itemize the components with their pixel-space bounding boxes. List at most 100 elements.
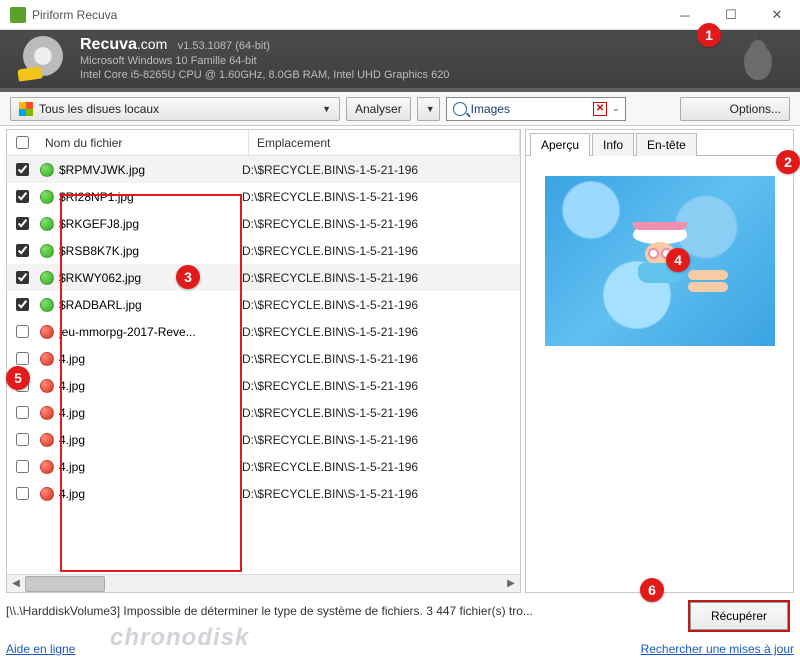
status-dot-icon [40, 352, 54, 366]
horizontal-scrollbar[interactable]: ◀ ▶ [7, 574, 520, 592]
row-checkbox[interactable] [16, 163, 29, 176]
scroll-left-arrow[interactable]: ◀ [7, 575, 25, 593]
check-update-link[interactable]: Rechercher une mises à jour [641, 642, 794, 656]
drive-selector-label: Tous les disues locaux [39, 102, 322, 116]
tab-info[interactable]: Info [592, 133, 634, 156]
row-checkbox[interactable] [16, 460, 29, 473]
file-location: D:\$RECYCLE.BIN\S-1-5-21-196 [242, 460, 520, 474]
analyze-button[interactable]: Analyser [346, 97, 411, 121]
filter-value: Images [471, 102, 593, 116]
select-all-checkbox[interactable] [16, 136, 29, 149]
table-row[interactable]: 4.jpgD:\$RECYCLE.BIN\S-1-5-21-196 [7, 453, 520, 480]
row-checkbox-cell[interactable] [7, 322, 37, 341]
row-checkbox-cell[interactable] [7, 457, 37, 476]
row-checkbox[interactable] [16, 352, 29, 365]
file-name: $RKGEFJ8.jpg [59, 217, 242, 231]
row-checkbox[interactable] [16, 487, 29, 500]
tab-header[interactable]: En-tête [636, 133, 697, 156]
row-checkbox-cell[interactable] [7, 403, 37, 422]
table-row[interactable]: 4.jpgD:\$RECYCLE.BIN\S-1-5-21-196 [7, 426, 520, 453]
table-row[interactable]: $RKGEFJ8.jpgD:\$RECYCLE.BIN\S-1-5-21-196 [7, 210, 520, 237]
row-checkbox[interactable] [16, 217, 29, 230]
row-checkbox-cell[interactable] [7, 187, 37, 206]
row-checkbox[interactable] [16, 325, 29, 338]
file-name: jeu-mmorpg-2017-Reve... [59, 325, 242, 339]
table-row[interactable]: 4.jpgD:\$RECYCLE.BIN\S-1-5-21-196 [7, 372, 520, 399]
scroll-thumb[interactable] [25, 576, 105, 592]
table-row[interactable]: jeu-mmorpg-2017-Reve...D:\$RECYCLE.BIN\S… [7, 318, 520, 345]
row-checkbox[interactable] [16, 244, 29, 257]
file-name: $RADBARL.jpg [59, 298, 242, 312]
brand-name: Recuva [80, 36, 137, 53]
app-icon [10, 7, 26, 23]
chevron-down-icon[interactable]: ⌄ [609, 103, 623, 114]
file-location: D:\$RECYCLE.BIN\S-1-5-21-196 [242, 352, 520, 366]
recover-button[interactable]: Récupérer [690, 602, 788, 630]
table-row[interactable]: 4.jpgD:\$RECYCLE.BIN\S-1-5-21-196 [7, 399, 520, 426]
window-title: Piriform Recuva [32, 8, 117, 22]
status-dot-icon [40, 298, 54, 312]
status-dot-icon [40, 163, 54, 177]
toolbar: Tous les disues locaux ▼ Analyser ▼ Imag… [0, 92, 800, 126]
status-dot-icon [40, 379, 54, 393]
detail-tabs: Aperçu Info En-tête [526, 130, 793, 156]
chevron-down-icon: ▼ [426, 104, 435, 114]
status-text: [\\.\HarddiskVolume3] Impossible de déte… [6, 604, 794, 618]
preview-image [545, 176, 775, 346]
row-checkbox[interactable] [16, 190, 29, 203]
row-checkbox-cell[interactable] [7, 214, 37, 233]
file-name: 4.jpg [59, 433, 242, 447]
version-label: v1.53.1087 (64-bit) [178, 40, 270, 52]
column-header-location[interactable]: Emplacement [249, 130, 520, 155]
content-area: Nom du fichier Emplacement $RPMVJWK.jpgD… [0, 126, 800, 596]
status-dot-icon [40, 433, 54, 447]
annotation-marker-4: 4 [666, 248, 690, 272]
analyze-dropdown[interactable]: ▼ [417, 97, 440, 121]
row-checkbox[interactable] [16, 433, 29, 446]
row-checkbox-cell[interactable] [7, 484, 37, 503]
status-dot-icon [40, 406, 54, 420]
drive-selector[interactable]: Tous les disues locaux ▼ [10, 97, 340, 121]
options-button[interactable]: Options... [680, 97, 790, 121]
annotation-marker-6: 6 [640, 578, 664, 602]
tab-preview[interactable]: Aperçu [530, 133, 590, 156]
file-list-pane: Nom du fichier Emplacement $RPMVJWK.jpgD… [6, 129, 521, 593]
close-button[interactable]: ✕ [754, 0, 800, 30]
row-checkbox-cell[interactable] [7, 430, 37, 449]
file-location: D:\$RECYCLE.BIN\S-1-5-21-196 [242, 190, 520, 204]
analyze-label: Analyser [355, 102, 402, 116]
table-row[interactable]: $RSB8K7K.jpgD:\$RECYCLE.BIN\S-1-5-21-196 [7, 237, 520, 264]
row-checkbox[interactable] [16, 406, 29, 419]
table-row[interactable]: $RKWY062.jpgD:\$RECYCLE.BIN\S-1-5-21-196 [7, 264, 520, 291]
file-name: $RPMVJWK.jpg [59, 163, 242, 177]
row-checkbox-cell[interactable] [7, 160, 37, 179]
search-icon [453, 102, 467, 116]
filter-combobox[interactable]: Images ✕ ⌄ [446, 97, 626, 121]
file-rows[interactable]: $RPMVJWK.jpgD:\$RECYCLE.BIN\S-1-5-21-196… [7, 156, 520, 574]
preview-area [526, 156, 793, 592]
clear-filter-button[interactable]: ✕ [593, 102, 607, 116]
watermark: chronodisk [110, 624, 249, 652]
column-header-name[interactable]: Nom du fichier [37, 130, 249, 155]
file-name: $RSB8K7K.jpg [59, 244, 242, 258]
list-header: Nom du fichier Emplacement [7, 130, 520, 156]
row-checkbox[interactable] [16, 298, 29, 311]
status-dot-icon [40, 217, 54, 231]
row-checkbox-cell[interactable] [7, 241, 37, 260]
table-row[interactable]: 4.jpgD:\$RECYCLE.BIN\S-1-5-21-196 [7, 345, 520, 372]
product-logo [20, 36, 66, 82]
select-all-cell[interactable] [7, 130, 37, 155]
table-row[interactable]: $RPMVJWK.jpgD:\$RECYCLE.BIN\S-1-5-21-196 [7, 156, 520, 183]
status-dot-icon [40, 325, 54, 339]
scroll-right-arrow[interactable]: ▶ [502, 575, 520, 593]
table-row[interactable]: 4.jpgD:\$RECYCLE.BIN\S-1-5-21-196 [7, 480, 520, 507]
table-row[interactable]: $RADBARL.jpgD:\$RECYCLE.BIN\S-1-5-21-196 [7, 291, 520, 318]
row-checkbox-cell[interactable] [7, 349, 37, 368]
row-checkbox-cell[interactable] [7, 295, 37, 314]
row-checkbox[interactable] [16, 271, 29, 284]
file-location: D:\$RECYCLE.BIN\S-1-5-21-196 [242, 217, 520, 231]
row-checkbox-cell[interactable] [7, 268, 37, 287]
table-row[interactable]: $RI28NP1.jpgD:\$RECYCLE.BIN\S-1-5-21-196 [7, 183, 520, 210]
file-location: D:\$RECYCLE.BIN\S-1-5-21-196 [242, 325, 520, 339]
help-link[interactable]: Aide en ligne [6, 642, 75, 656]
